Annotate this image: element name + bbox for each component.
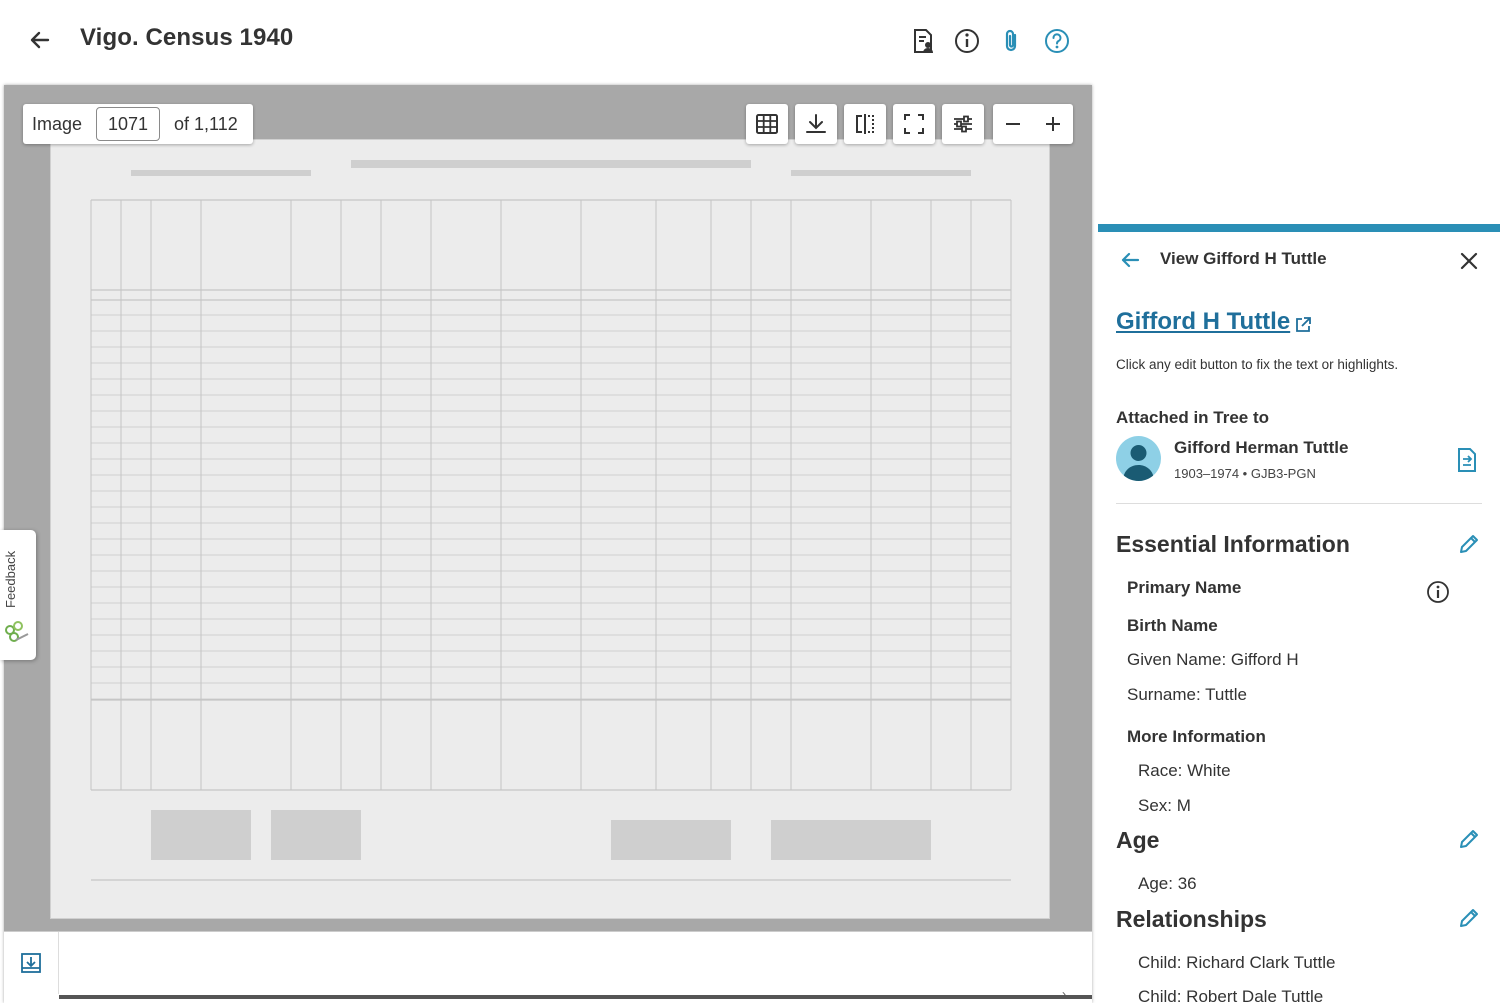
relationship-item: Child: Richard Clark Tuttle — [1138, 953, 1336, 972]
tree-record-icon[interactable] — [1454, 446, 1480, 474]
feedback-tab[interactable]: Feedback — [0, 530, 36, 660]
compare-button[interactable] — [844, 104, 886, 144]
avatar[interactable] — [1116, 436, 1161, 481]
filmstrip: › — [4, 931, 1092, 1003]
external-link-icon[interactable] — [1294, 316, 1312, 334]
adjust-button[interactable] — [942, 104, 984, 144]
attachment-icon[interactable] — [997, 26, 1027, 56]
fullscreen-button[interactable] — [893, 104, 935, 144]
sex: Sex: M — [1138, 796, 1191, 815]
primary-name-info-icon[interactable] — [1425, 579, 1451, 605]
census-image[interactable] — [50, 139, 1050, 919]
primary-name-heading: Primary Name — [1127, 578, 1242, 597]
plus-icon — [1046, 117, 1060, 131]
filmstrip-toggle-button[interactable] — [4, 932, 59, 994]
zoom-controls — [993, 104, 1073, 144]
download-icon — [804, 112, 828, 136]
fullscreen-icon — [902, 112, 926, 136]
pencil-icon — [1460, 909, 1478, 927]
scroll-right-icon[interactable]: › — [1062, 987, 1066, 1001]
race: Race: White — [1138, 761, 1231, 780]
app-header: Vigo. Census 1940 — [0, 0, 1100, 82]
person-silhouette-icon — [1123, 445, 1154, 481]
attached-heading: Attached in Tree to — [1116, 408, 1270, 427]
image-viewer[interactable]: Image of 1,112 — [4, 85, 1092, 1003]
help-icon[interactable] — [1042, 26, 1072, 56]
person-name-link[interactable]: Gifford H Tuttle — [1116, 308, 1290, 336]
image-total: of 1,112 — [174, 113, 238, 134]
close-icon[interactable] — [1456, 248, 1482, 274]
minus-icon — [1006, 123, 1020, 125]
person-detail-panel: View Gifford H Tuttle Gifford H Tuttle C… — [1098, 224, 1500, 1003]
given-name: Given Name: Gifford H — [1127, 650, 1299, 669]
feedback-label: Feedback — [3, 550, 18, 608]
info-icon[interactable] — [952, 26, 982, 56]
age-heading: Age — [1116, 827, 1160, 853]
more-info-heading: More Information — [1127, 727, 1266, 746]
pencil-icon — [1460, 830, 1478, 848]
horizontal-scrollbar[interactable] — [59, 995, 1092, 999]
zoom-in-button[interactable] — [1033, 104, 1073, 144]
page-title: Vigo. Census 1940 — [80, 24, 294, 51]
sliders-icon — [951, 112, 975, 136]
zoom-out-button[interactable] — [993, 104, 1033, 144]
record-person-icon[interactable] — [908, 26, 938, 56]
panel-accent-bar — [1098, 224, 1500, 232]
image-number-input[interactable] — [96, 107, 161, 141]
census-image-lines — [90, 160, 1012, 881]
pencil-icon — [1460, 535, 1478, 553]
relationships-heading: Relationships — [1116, 906, 1267, 932]
image-label: Image — [32, 113, 83, 134]
panel-title: View Gifford H Tuttle — [1160, 249, 1327, 268]
image-counter: Image of 1,112 — [23, 104, 253, 144]
birth-name-heading: Birth Name — [1127, 616, 1218, 635]
relationship-item: Child: Robert Dale Tuttle — [1138, 987, 1324, 1003]
tree-person-name[interactable]: Gifford Herman Tuttle — [1174, 438, 1348, 458]
age-value: Age: 36 — [1138, 874, 1197, 893]
panel-back-icon[interactable] — [1118, 248, 1142, 272]
edit-essential-button[interactable] — [1456, 531, 1482, 557]
download-button[interactable] — [795, 104, 837, 144]
edit-hint: Click any edit button to fix the text or… — [1116, 357, 1399, 372]
grid-button[interactable] — [746, 104, 788, 144]
panel-divider — [1116, 503, 1482, 504]
surname: Surname: Tuttle — [1127, 685, 1248, 704]
tray-download-icon — [19, 951, 43, 975]
tree-person-meta: 1903–1974 • GJB3-PGN — [1174, 466, 1316, 481]
feedback-tree-icon — [2, 618, 32, 653]
back-arrow-icon[interactable] — [26, 26, 54, 54]
split-view-icon — [853, 112, 877, 136]
grid-icon — [755, 112, 779, 136]
edit-age-button[interactable] — [1456, 826, 1482, 852]
essential-info-heading: Essential Information — [1116, 531, 1350, 557]
edit-relationships-button[interactable] — [1456, 905, 1482, 931]
